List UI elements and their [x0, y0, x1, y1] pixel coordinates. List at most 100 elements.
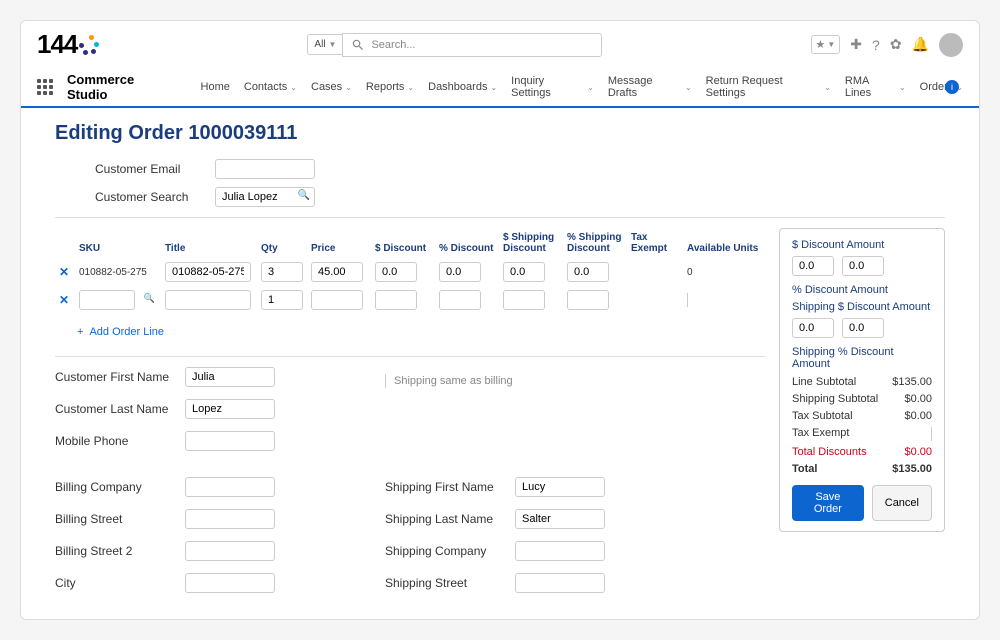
customer-first-input[interactable]	[185, 367, 275, 387]
table-header: SKU Title Qty Price $ Discount % Discoun…	[55, 228, 765, 258]
bell-icon[interactable]: 🔔	[912, 36, 929, 53]
ship-pct-discount-label: Shipping % Discount Amount	[792, 346, 932, 370]
shipping-last-input[interactable]	[515, 509, 605, 529]
main-content: Editing Order 1000039111 Customer Email …	[21, 108, 979, 601]
summary-panel: $ Discount Amount % Discount Amount Ship…	[779, 228, 945, 532]
nav-rma[interactable]: RMA Lines⌄	[845, 75, 906, 99]
remove-line-button[interactable]: ✕	[55, 265, 73, 279]
table-row: ✕ 🔍	[55, 286, 765, 314]
ship-dollar-discount-1[interactable]	[792, 318, 834, 338]
line-subtotal-label: Line Subtotal	[792, 376, 856, 388]
billing-street-input[interactable]	[185, 509, 275, 529]
mobile-input[interactable]	[185, 431, 275, 451]
nav-home[interactable]: Home	[201, 81, 230, 93]
total-value: $135.00	[892, 463, 932, 475]
nav-reports[interactable]: Reports⌄	[366, 81, 414, 93]
qty-input[interactable]	[261, 290, 303, 310]
logo-dots-icon	[79, 35, 99, 55]
search-scope-label: All	[314, 39, 325, 50]
ship-dollar-discount-input[interactable]	[503, 290, 545, 310]
ship-dollar-discount-label: Shipping $ Discount Amount	[792, 301, 932, 313]
shipping-same-as-billing: Shipping same as billing	[385, 367, 685, 395]
shipping-street-input[interactable]	[515, 573, 605, 593]
gear-icon[interactable]: ✿	[890, 36, 902, 53]
header-actions: ★▼ ✚ ? ✿ 🔔	[811, 33, 964, 57]
dollar-discount-input[interactable]	[375, 290, 417, 310]
plus-icon: +	[77, 326, 83, 338]
nav-contacts[interactable]: Contacts⌄	[244, 81, 297, 93]
shipping-company-label: Shipping Company	[385, 544, 515, 558]
billing-company-input[interactable]	[185, 477, 275, 497]
nav-dashboards[interactable]: Dashboards⌄	[428, 81, 497, 93]
app-nav: Commerce Studio Home Contacts⌄ Cases⌄ Re…	[21, 68, 979, 108]
global-header: 144 All ▼ Search... ★▼ ✚ ? ✿ �	[21, 21, 979, 68]
search-input[interactable]: Search...	[342, 33, 602, 57]
order-lines-table: SKU Title Qty Price $ Discount % Discoun…	[55, 228, 765, 601]
customer-last-label: Customer Last Name	[55, 402, 185, 416]
dollar-discount-1[interactable]	[792, 256, 834, 276]
qty-input[interactable]	[261, 262, 303, 282]
dollar-discount-2[interactable]	[842, 256, 884, 276]
billing-street2-input[interactable]	[185, 541, 275, 561]
avatar[interactable]	[939, 33, 963, 57]
ship-pct-discount-input[interactable]	[567, 262, 609, 282]
add-icon[interactable]: ✚	[850, 36, 862, 53]
cancel-button[interactable]: Cancel	[872, 485, 932, 521]
add-order-line-button[interactable]: + Add Order Line	[77, 326, 765, 338]
search-placeholder: Search...	[371, 39, 415, 51]
billing-street-label: Billing Street	[55, 512, 185, 526]
ship-dollar-discount-input[interactable]	[503, 262, 545, 282]
customer-last-input[interactable]	[185, 399, 275, 419]
dollar-discount-label: $ Discount Amount	[792, 239, 932, 251]
billing-street2-label: Billing Street 2	[55, 544, 185, 558]
caret-down-icon: ▼	[329, 40, 337, 49]
customer-first-label: Customer First Name	[55, 370, 185, 384]
search-icon: 🔍	[298, 190, 310, 201]
line-subtotal-value: $135.00	[892, 376, 932, 388]
shipping-subtotal-label: Shipping Subtotal	[792, 393, 878, 405]
favorites-button[interactable]: ★▼	[811, 35, 841, 54]
info-icon[interactable]: i	[945, 80, 959, 94]
table-row: ✕ 010882-05-275 0	[55, 258, 765, 286]
billing-company-label: Billing Company	[55, 480, 185, 494]
remove-line-button[interactable]: ✕	[55, 293, 73, 307]
available-units: 0	[687, 267, 765, 278]
ship-pct-discount-input[interactable]	[567, 290, 609, 310]
title-input[interactable]	[165, 262, 251, 282]
total-discounts-label: Total Discounts	[792, 446, 867, 458]
nav-return-request[interactable]: Return Request Settings⌄	[706, 75, 831, 99]
logo: 144	[37, 29, 99, 60]
help-icon[interactable]: ?	[872, 37, 880, 53]
pct-discount-input[interactable]	[439, 290, 481, 310]
nav-message-drafts[interactable]: Message Drafts⌄	[608, 75, 692, 99]
mobile-label: Mobile Phone	[55, 434, 185, 448]
shipping-last-label: Shipping Last Name	[385, 512, 515, 526]
nav-inquiry[interactable]: Inquiry Settings⌄	[511, 75, 594, 99]
price-input[interactable]	[311, 290, 363, 310]
shipping-first-input[interactable]	[515, 477, 605, 497]
ship-dollar-discount-2[interactable]	[842, 318, 884, 338]
app-launcher-icon[interactable]	[37, 79, 53, 95]
city-input[interactable]	[185, 573, 275, 593]
app-name: Commerce Studio	[67, 72, 175, 102]
customer-email-input[interactable]	[215, 159, 315, 179]
pct-discount-input[interactable]	[439, 262, 481, 282]
shipping-subtotal-value: $0.00	[904, 393, 932, 405]
nav-cases[interactable]: Cases⌄	[311, 81, 352, 93]
global-search: All ▼ Search...	[307, 33, 602, 57]
total-label: Total	[792, 463, 817, 475]
customer-search-label: Customer Search	[95, 190, 215, 204]
search-icon	[351, 38, 365, 52]
title-input[interactable]	[165, 290, 251, 310]
page-title: Editing Order 1000039111	[55, 122, 945, 145]
save-order-button[interactable]: Save Order	[792, 485, 864, 521]
dollar-discount-input[interactable]	[375, 262, 417, 282]
search-scope-dropdown[interactable]: All ▼	[307, 34, 342, 55]
tax-exempt-label: Tax Exempt	[792, 427, 849, 441]
divider	[931, 427, 932, 441]
price-input[interactable]	[311, 262, 363, 282]
pct-discount-label: % Discount Amount	[792, 284, 932, 296]
shipping-first-label: Shipping First Name	[385, 480, 515, 494]
shipping-company-input[interactable]	[515, 541, 605, 561]
sku-search-input[interactable]	[79, 290, 135, 310]
